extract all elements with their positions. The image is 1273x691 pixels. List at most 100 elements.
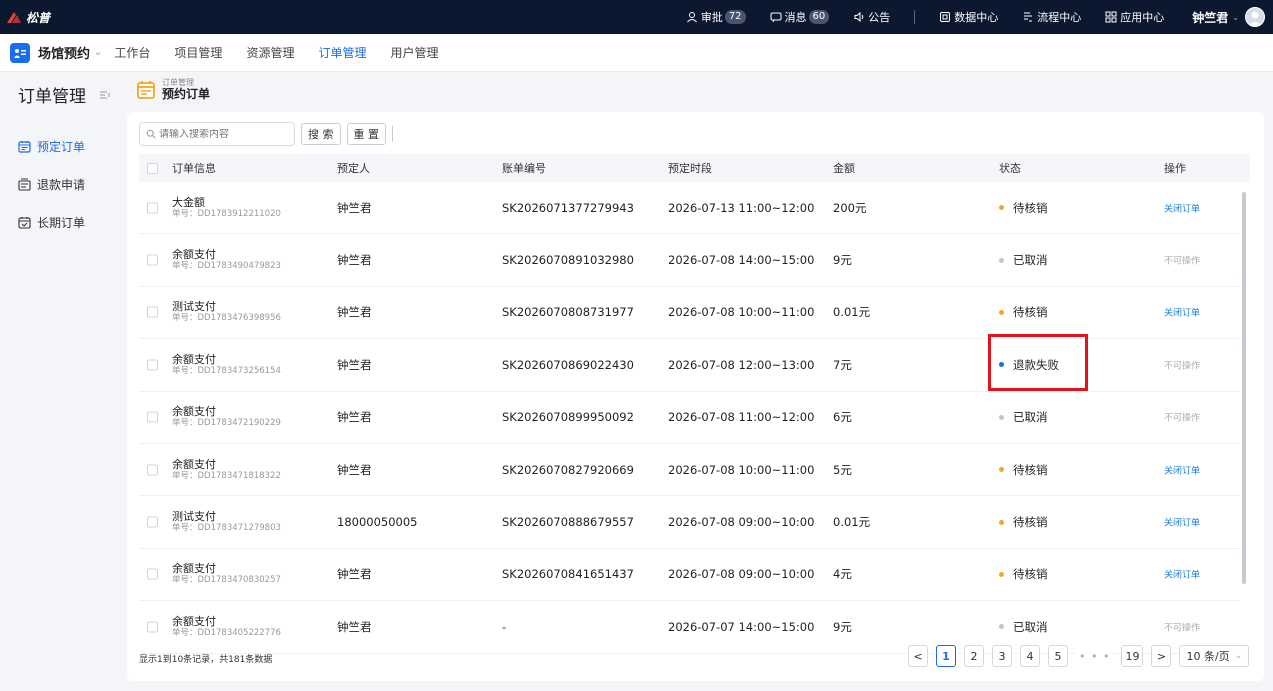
row-checkbox[interactable] <box>147 464 158 476</box>
search-input[interactable] <box>159 128 289 140</box>
table-row[interactable]: 余额支付 单号：DD1783473256154 钟竺君 SK2026070869022… <box>139 339 1240 392</box>
row-checkbox[interactable] <box>147 359 158 371</box>
search-box[interactable] <box>139 122 295 146</box>
amount: 0.01元 <box>833 515 871 530</box>
bill-number: SK2026071377279943 <box>502 200 634 215</box>
status: 已取消 <box>999 409 1048 425</box>
order-name: 测试支付 <box>172 300 216 314</box>
table-body: 大金额 单号：DD1783912211020 钟竺君 SK20260713772799… <box>139 182 1240 654</box>
page-4-button[interactable]: 4 <box>1020 645 1040 667</box>
logo[interactable]: 松普 <box>6 9 50 26</box>
amount: 7元 <box>833 357 852 372</box>
app-center-label: 应用中心 <box>1120 11 1165 24</box>
page-3-button[interactable]: 3 <box>992 645 1012 667</box>
data-center-label: 数据中心 <box>954 11 999 24</box>
last-page-button[interactable]: 19 <box>1121 645 1144 667</box>
order-info: 余额支付 单号：DD1783472190229 <box>172 405 281 429</box>
scrollbar-thumb[interactable] <box>1242 192 1246 584</box>
top-bar: 松普 审批 72 消息 60 公告 数据中心 流程中心 应用中心 钟竺君 ⌄ <box>0 0 1273 34</box>
row-checkbox[interactable] <box>147 306 158 318</box>
row-checkbox[interactable] <box>147 254 158 266</box>
select-all-checkbox[interactable] <box>147 162 158 174</box>
row-checkbox[interactable] <box>147 202 158 214</box>
user-menu[interactable]: 钟竺君 ⌄ <box>1192 7 1265 27</box>
header-amount: 金额 <box>833 162 855 175</box>
close-order-link[interactable]: 关闭订单 <box>1164 201 1200 214</box>
bill-number: SK2026070808731977 <box>502 305 634 320</box>
bill-number: SK2026070899950092 <box>502 410 634 425</box>
toolbar-divider <box>392 126 393 142</box>
order-name: 余额支付 <box>172 457 216 471</box>
row-checkbox[interactable] <box>147 568 158 580</box>
order-number-value: DD1783471818322 <box>197 470 281 481</box>
flow-center-link[interactable]: 流程中心 <box>1022 9 1081 25</box>
order-number-prefix: 单号： <box>172 575 198 586</box>
status: 待核销 <box>999 462 1048 478</box>
close-order-link[interactable]: 关闭订单 <box>1164 568 1200 581</box>
close-order-link[interactable]: 关闭订单 <box>1164 516 1200 529</box>
order-name: 余额支付 <box>172 248 216 262</box>
prev-page-button[interactable]: < <box>908 645 928 667</box>
row-checkbox[interactable] <box>147 516 158 528</box>
next-page-button[interactable]: > <box>1151 645 1172 667</box>
app-nav-bar: 场馆预约 ⌄ 工作台 项目管理 资源管理 订单管理 用户管理 <box>0 34 1273 72</box>
order-info: 余额支付 单号：DD1783471818322 <box>172 458 281 482</box>
table-row[interactable]: 测试支付 单号：DD1783471279803 18000050005 SK20260… <box>139 496 1240 549</box>
status: 已取消 <box>999 619 1048 635</box>
order-number-prefix: 单号： <box>172 627 198 638</box>
booker: 钟竺君 <box>337 305 372 320</box>
nav-item-projects[interactable]: 项目管理 <box>174 44 222 61</box>
nav-item-resources[interactable]: 资源管理 <box>246 44 294 61</box>
page-2-button[interactable]: 2 <box>964 645 984 667</box>
sidebar-item-long-term-orders[interactable]: 长期订单 <box>0 203 117 241</box>
order-number-value: DD1783405222776 <box>197 627 281 638</box>
page-1-button[interactable]: 1 <box>936 645 956 667</box>
bill-number: SK2026070841651437 <box>502 567 634 582</box>
calendar-check-icon <box>18 216 31 229</box>
collapse-menu-icon[interactable] <box>100 85 110 105</box>
message-link[interactable]: 消息 60 <box>770 9 830 25</box>
booker: 18000050005 <box>337 515 418 530</box>
row-checkbox[interactable] <box>147 621 158 633</box>
status: 退款失败 <box>999 357 1059 373</box>
booking-period: 2026-07-08 10:00~11:00 <box>668 462 815 477</box>
notice-link[interactable]: 公告 <box>853 9 890 25</box>
table-row[interactable]: 余额支付 单号：DD1783471818322 钟竺君 SK2026070827920… <box>139 444 1240 497</box>
app-name[interactable]: 场馆预约 <box>38 43 90 62</box>
close-order-link[interactable]: 关闭订单 <box>1164 463 1200 476</box>
sidebar-item-refund-requests[interactable]: 退款申请 <box>0 165 117 203</box>
chevron-down-icon[interactable]: ⌄ <box>94 47 102 58</box>
order-number: 单号：DD1783405222776 <box>172 628 281 639</box>
reset-button[interactable]: 重 置 <box>346 123 386 145</box>
booker: 钟竺君 <box>337 357 372 372</box>
order-info: 测试支付 单号：DD1783476398956 <box>172 300 281 324</box>
row-checkbox[interactable] <box>147 411 158 423</box>
table-row[interactable]: 大金额 单号：DD1783912211020 钟竺君 SK20260713772799… <box>139 182 1240 235</box>
avatar[interactable] <box>1245 7 1265 27</box>
status-dot-icon <box>999 257 1004 263</box>
approve-link[interactable]: 审批 72 <box>686 9 746 25</box>
table-scrollbar[interactable] <box>1240 184 1248 646</box>
order-number: 单号：DD1783471279803 <box>172 523 281 534</box>
approve-count-badge: 72 <box>724 10 746 24</box>
table-row[interactable]: 余额支付 单号：DD1783472190229 钟竺君 SK2026070899950… <box>139 392 1240 444</box>
data-center-link[interactable]: 数据中心 <box>939 9 998 25</box>
app-switcher-icon[interactable] <box>10 42 30 63</box>
table-row[interactable]: 测试支付 单号：DD1783476398956 钟竺君 SK2026070808731… <box>139 287 1240 340</box>
page-5-button[interactable]: 5 <box>1048 645 1068 667</box>
status-dot-icon <box>999 571 1004 577</box>
nav-item-workbench[interactable]: 工作台 <box>114 44 150 61</box>
search-button[interactable]: 搜 索 <box>301 123 341 145</box>
table-row[interactable]: 余额支付 单号：DD1783470830257 钟竺君 SK2026070841651… <box>139 549 1240 602</box>
nav-item-orders[interactable]: 订单管理 <box>318 44 366 61</box>
page-ellipsis[interactable]: • • • <box>1076 645 1114 667</box>
sidebar-item-booking-orders[interactable]: 预定订单 <box>0 127 117 165</box>
booking-period: 2026-07-08 14:00~15:00 <box>668 253 815 268</box>
nav-item-users[interactable]: 用户管理 <box>390 44 438 61</box>
close-order-link[interactable]: 关闭订单 <box>1164 306 1200 319</box>
page-size-select[interactable]: 10 条/页 ⌄ <box>1179 645 1250 667</box>
order-info: 余额支付 单号：DD1783470830257 <box>172 562 281 586</box>
data-icon <box>939 11 951 23</box>
app-center-link[interactable]: 应用中心 <box>1105 9 1164 25</box>
table-row[interactable]: 余额支付 单号：DD1783490479823 钟竺君 SK2026070891032… <box>139 234 1240 287</box>
